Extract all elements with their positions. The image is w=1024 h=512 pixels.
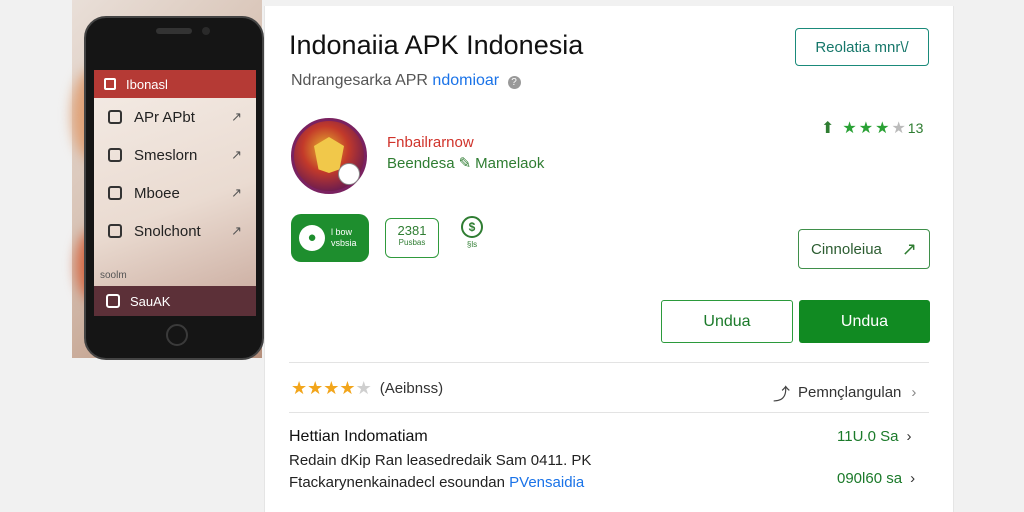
star-icon: ★ xyxy=(307,378,324,398)
divider xyxy=(289,362,929,363)
page-title: Indonaiia APK Indonesia xyxy=(289,30,584,60)
phone-speaker xyxy=(156,28,192,34)
rating-text: (Aeibnss) xyxy=(379,380,444,397)
app-category: Beendesa ✎ Mamelaok xyxy=(387,154,544,172)
phone-menu-item[interactable]: Mboee ↗ xyxy=(94,174,256,212)
connect-button[interactable]: Cinnoleiua ↗ xyxy=(798,229,930,269)
share-label: Pemnçlangulan xyxy=(798,384,902,401)
app-icon xyxy=(291,118,367,194)
top-rating: ⬆ ★ ★ ★ ★ 13 xyxy=(821,118,923,138)
phone-menu-label: APr APbt xyxy=(134,108,195,126)
dollar-icon: $ xyxy=(461,216,483,238)
menu-item-icon xyxy=(108,186,122,200)
phone-menu-label: Mboee xyxy=(134,184,180,202)
subtitle-text: Ndrangesarka APR xyxy=(291,72,428,89)
phone-screen-header: Ibonasl xyxy=(94,70,256,98)
rating-row[interactable]: ★ ★ ★ ★ ★ (Aeibnss) xyxy=(291,378,443,399)
info-line: Ftackarynenkainadecl esoundan PVensaidia xyxy=(289,474,584,491)
star-icon: ★ xyxy=(339,378,356,398)
install-outline-button[interactable]: Undua xyxy=(661,300,793,343)
menu-item-icon xyxy=(108,224,122,238)
category-label[interactable]: Beendesa xyxy=(387,155,455,172)
age-badge-line1: l bow xyxy=(331,227,353,237)
phone-menu-label: Smeslorn xyxy=(134,146,198,164)
star-icon: ★ xyxy=(291,378,308,398)
help-icon[interactable]: ? xyxy=(507,76,521,89)
price-badge: $ §ls xyxy=(455,216,489,249)
downloads-sub: Pusbas xyxy=(398,238,426,247)
app-detail-card: Indonaiia APK Indonesia Ndrangesarka APR… xyxy=(264,6,954,512)
menu-item-icon xyxy=(108,148,122,162)
star-empty-icon: ★ xyxy=(891,120,906,137)
related-button[interactable]: Reolatia mnr\/ xyxy=(795,28,929,66)
phone-header-label: Ibonasl xyxy=(126,76,168,92)
phone-footer-label: SauAK xyxy=(130,293,171,309)
star-icon: ★ xyxy=(858,120,874,137)
phone-mockup: Ibonasl APr APbt ↗ Smeslorn ↗ Mboee ↗ Sn… xyxy=(84,16,264,360)
phone-menu-item[interactable]: Smeslorn ↗ xyxy=(94,136,256,174)
age-badge-line2: vsbsia xyxy=(331,238,357,248)
share-arrow-icon: ↗ xyxy=(901,238,917,259)
chevron-right-icon: › xyxy=(911,384,917,401)
downloads-value: 2381 xyxy=(397,223,427,238)
price-sub: §ls xyxy=(466,240,478,249)
install-button[interactable]: Undua xyxy=(799,300,930,343)
star-icon: ★ xyxy=(323,378,340,398)
size-primary-value: 11U.0 Sa xyxy=(837,428,899,445)
phone-menu-label: Snolchont xyxy=(134,222,201,240)
divider xyxy=(289,412,929,413)
star-icon: ★ xyxy=(875,120,890,137)
phone-menu-item[interactable]: APr APbt ↗ xyxy=(94,98,256,136)
phone-screen: Ibonasl APr APbt ↗ Smeslorn ↗ Mboee ↗ Sn… xyxy=(94,70,256,316)
chevron-right-icon: › xyxy=(906,428,912,445)
info-line-text: Ftackarynenkainadecl esoundan xyxy=(289,474,505,491)
developer-name[interactable]: Fnbailrarnow xyxy=(387,134,474,151)
subtitle-link[interactable]: ndomioar xyxy=(432,72,499,89)
top-rating-count: 13 xyxy=(907,120,924,136)
chevron-right-icon: › xyxy=(910,470,916,487)
size-primary[interactable]: 11U.0 Sa › xyxy=(837,428,911,445)
arrow-icon: ↗ xyxy=(231,109,242,124)
share-icon: ⤴ xyxy=(773,385,790,404)
phone-camera xyxy=(202,27,210,35)
thumbs-up-icon: ⬆ xyxy=(821,120,835,137)
size-secondary[interactable]: 090l60 sa › xyxy=(837,470,915,487)
star-empty-icon: ★ xyxy=(355,378,372,398)
arrow-icon: ↗ xyxy=(231,185,242,200)
person-icon: ● xyxy=(299,225,325,251)
arrow-icon: ↗ xyxy=(231,223,242,238)
connect-label: Cinnoleiua xyxy=(811,240,882,258)
menu-item-icon xyxy=(108,110,122,124)
leaf-icon: ✎ xyxy=(458,155,472,172)
age-badge-text: l bow vsbsia xyxy=(331,227,357,249)
size-secondary-value: 090l60 sa xyxy=(837,470,903,487)
phone-small-text: soolm xyxy=(100,270,127,281)
phone-menu-item[interactable]: Snolchont ↗ xyxy=(94,212,256,250)
page-subtitle: Ndrangesarka APR ndomioar ? xyxy=(291,72,521,90)
phone-screen-footer[interactable]: SauAK xyxy=(94,286,256,316)
phone-home-button xyxy=(166,324,188,346)
arrow-icon: ↗ xyxy=(231,147,242,162)
info-title: Hettian Indomatiam xyxy=(289,428,428,445)
category-extra[interactable]: Mamelaok xyxy=(475,155,544,172)
downloads-badge: 2381 Pusbas xyxy=(385,218,439,258)
seal-icon xyxy=(338,163,360,185)
star-icon: ★ xyxy=(842,120,857,137)
app-logo-icon xyxy=(104,78,116,90)
box-icon xyxy=(106,294,120,308)
info-link[interactable]: PVensaidia xyxy=(509,474,584,491)
age-badge: ● l bow vsbsia xyxy=(291,214,369,262)
info-line: Redain dKip Ran leasedredaik Sam 0411. P… xyxy=(289,452,592,469)
share-row[interactable]: ⤴ Pemnçlangulan › xyxy=(773,380,916,405)
